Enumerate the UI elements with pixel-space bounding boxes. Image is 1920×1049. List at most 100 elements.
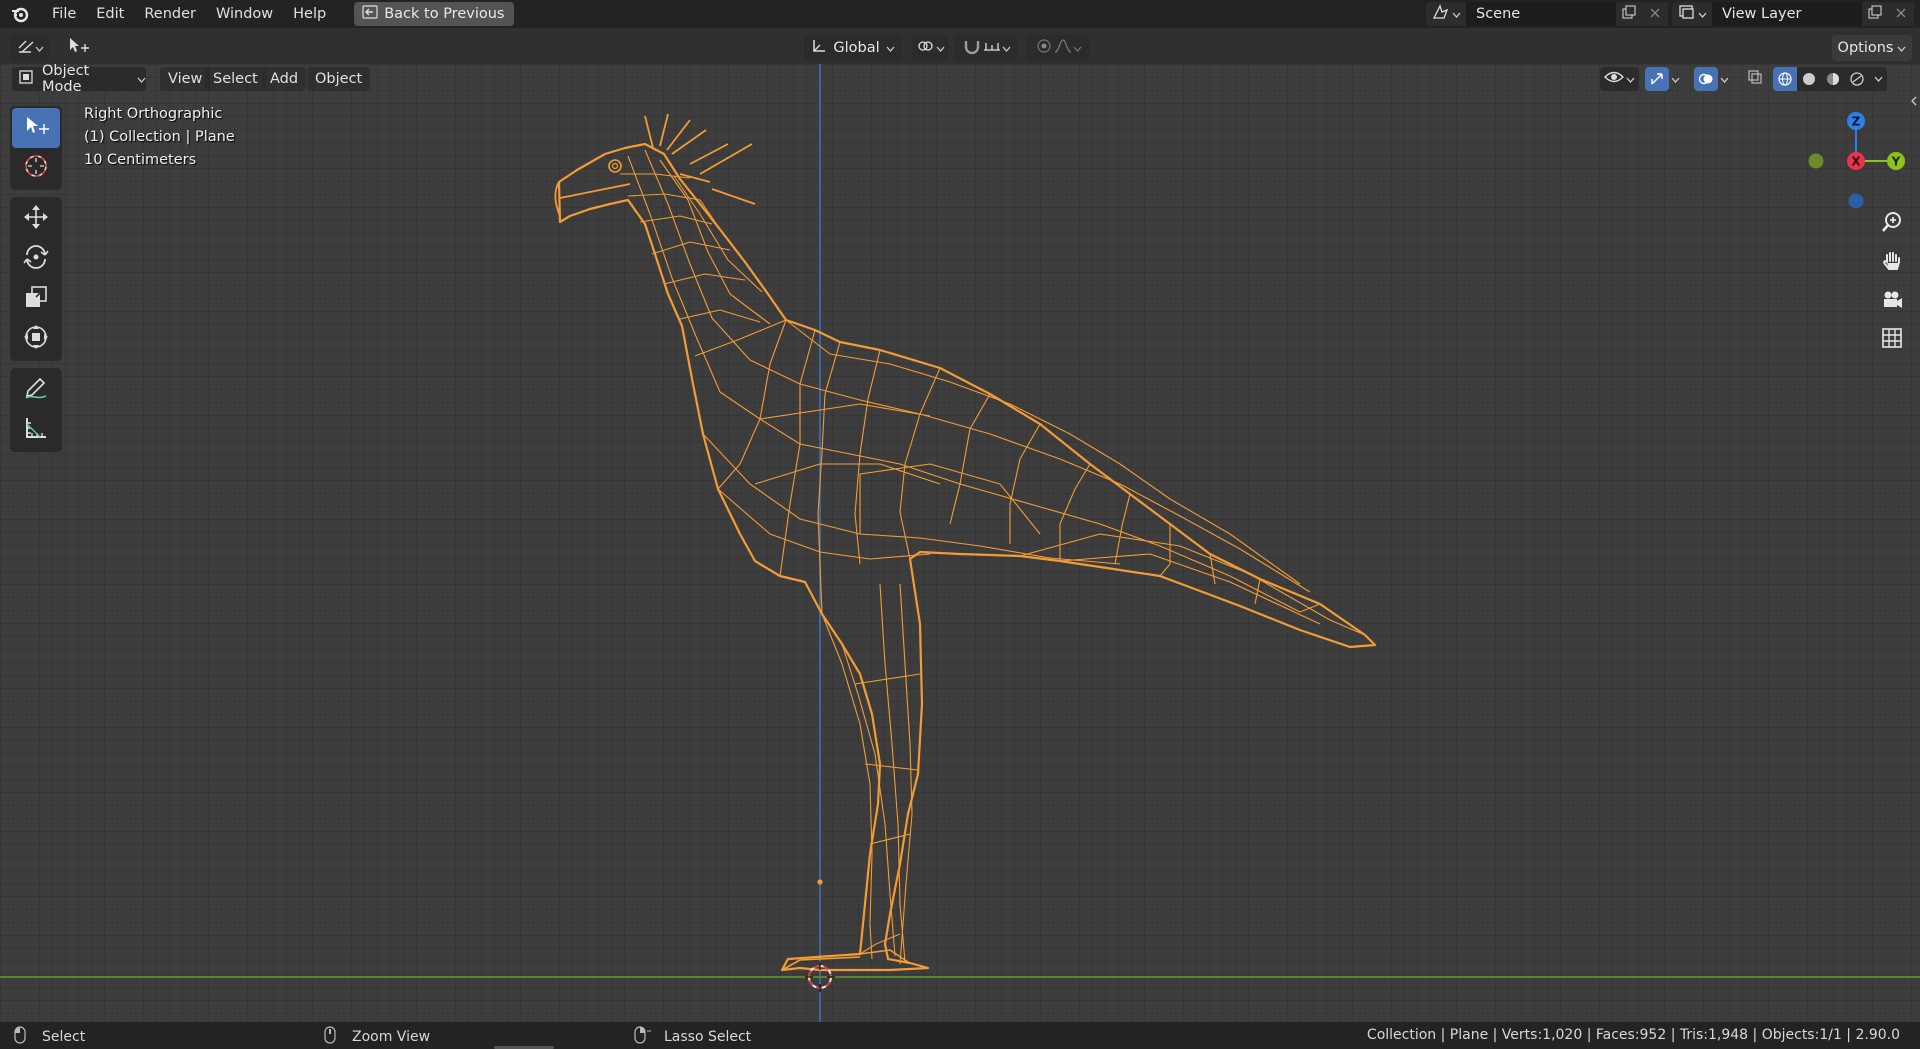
status-lasso-label: Lasso Select — [664, 1029, 752, 1045]
magnet-icon — [962, 37, 982, 59]
tool-move[interactable] — [12, 199, 60, 239]
tool-rotate[interactable] — [12, 239, 60, 279]
solid-shading-icon[interactable] — [1797, 67, 1821, 91]
menu-render[interactable]: Render — [134, 2, 206, 26]
menu-edit[interactable]: Edit — [86, 2, 134, 26]
status-select-label: Select — [42, 1029, 86, 1045]
duplicate-icon — [1868, 5, 1882, 23]
view-layer-name-field[interactable]: View Layer — [1712, 2, 1862, 26]
tool-select-box[interactable] — [12, 108, 60, 148]
scene-browse-button[interactable] — [1426, 2, 1466, 26]
delete-view-layer-button[interactable] — [1888, 2, 1914, 26]
viewport-display-controls — [1600, 67, 1887, 91]
tool-group-transform — [10, 197, 62, 361]
transform-icon — [22, 323, 50, 355]
scene-statistics: Collection | Plane | Verts:1,020 | Faces… — [1366, 1027, 1900, 1043]
transform-orientation-dropdown[interactable]: Global — [804, 35, 902, 61]
chevron-down-icon — [1626, 71, 1635, 87]
menu-help[interactable]: Help — [283, 2, 336, 26]
left-toolbar — [10, 106, 62, 459]
back-to-previous-button[interactable]: Back to Previous — [354, 2, 515, 26]
zoom-view-button[interactable] — [1876, 208, 1908, 240]
tool-scale[interactable] — [12, 279, 60, 319]
eye-icon — [1604, 70, 1624, 88]
bird-wireframe-mesh[interactable] — [554, 113, 1377, 972]
snapping-controls[interactable] — [954, 35, 1018, 61]
tool-measure[interactable] — [12, 410, 60, 450]
status-bar: Select Zoom View Lasso Select Collection… — [0, 1022, 1920, 1049]
object-mode-icon — [18, 69, 34, 89]
view-layer-browse-button[interactable] — [1672, 2, 1712, 26]
editor-type-button[interactable] — [10, 35, 50, 61]
navigation-gizmo[interactable]: Z Y X — [1800, 100, 1910, 210]
3d-viewport[interactable]: Object Mode View Select Add Object Right… — [0, 64, 1920, 1022]
visibility-dropdown[interactable] — [1600, 67, 1639, 91]
rendered-shading-icon[interactable] — [1845, 67, 1869, 91]
viewport-canvas — [0, 64, 1920, 1022]
render-layers-icon — [1678, 4, 1696, 24]
menu-add[interactable]: Add — [262, 67, 307, 91]
blender-logo-icon[interactable] — [6, 0, 34, 28]
overlays-toggle[interactable] — [1694, 67, 1729, 91]
gizmo-neg-y-axis[interactable] — [1808, 153, 1824, 169]
chevron-down-icon — [1073, 40, 1082, 56]
chevron-down-icon — [1671, 71, 1680, 87]
menu-window[interactable]: Window — [206, 2, 283, 26]
new-view-layer-button[interactable] — [1862, 2, 1888, 26]
pan-view-button[interactable] — [1876, 247, 1908, 279]
close-icon — [1650, 6, 1660, 22]
annotate-pencil-icon — [22, 374, 50, 406]
xray-toggle[interactable] — [1743, 67, 1767, 91]
shading-options-dropdown[interactable] — [1869, 67, 1887, 91]
duplicate-icon — [1622, 5, 1636, 23]
pivot-point-dropdown[interactable] — [912, 35, 948, 61]
chevron-down-icon — [936, 40, 945, 56]
tool-group-annotate — [10, 368, 62, 452]
collection-text: (1) Collection | Plane — [84, 129, 235, 145]
wireframe-shading-icon[interactable] — [1773, 67, 1797, 91]
select-box-icon — [67, 36, 91, 60]
grid-scale-text: 10 Centimeters — [84, 152, 197, 168]
tool-cursor[interactable] — [12, 148, 60, 188]
proportional-editing-controls[interactable] — [1026, 35, 1090, 61]
tool-transform[interactable] — [12, 319, 60, 359]
menu-view[interactable]: View — [160, 67, 211, 91]
status-middle-mouse: Zoom View — [324, 1026, 430, 1048]
delete-scene-button[interactable] — [1642, 2, 1668, 26]
camera-view-button[interactable] — [1876, 286, 1908, 318]
chevron-down-icon — [1002, 40, 1011, 56]
falloff-curve-icon — [1053, 38, 1073, 58]
orientation-label: Global — [833, 40, 880, 56]
menu-select[interactable]: Select — [205, 67, 266, 91]
options-label: Options — [1837, 40, 1894, 56]
chevron-down-icon — [1720, 71, 1729, 87]
cursor-icon — [22, 152, 50, 184]
chevron-down-icon — [886, 40, 895, 56]
sidebar-toggle[interactable] — [1906, 92, 1920, 112]
options-dropdown[interactable]: Options — [1832, 35, 1912, 61]
chevron-down-icon — [1698, 6, 1707, 22]
overlays-icon — [1694, 67, 1718, 91]
active-tool-indicator[interactable] — [62, 35, 96, 61]
rotate-icon — [22, 243, 50, 275]
menu-file[interactable]: File — [42, 2, 86, 26]
scene-selector: Scene — [1426, 2, 1668, 26]
tool-annotate[interactable] — [12, 370, 60, 410]
status-zoom-label: Zoom View — [352, 1029, 431, 1045]
toggle-perspective-button[interactable] — [1876, 324, 1908, 356]
object-origin-dot — [817, 879, 823, 885]
menu-object[interactable]: Object — [307, 67, 371, 91]
gizmos-toggle[interactable] — [1645, 67, 1680, 91]
tool-header: Global Options — [0, 28, 1920, 68]
shading-mode-buttons — [1773, 67, 1887, 91]
chevron-down-icon — [1897, 40, 1906, 56]
pan-hand-icon — [1881, 250, 1903, 276]
new-scene-button[interactable] — [1616, 2, 1642, 26]
object-mode-dropdown[interactable]: Object Mode — [12, 64, 146, 95]
grid-icon — [1881, 327, 1903, 353]
scene-name-field[interactable]: Scene — [1466, 2, 1616, 26]
gizmo-neg-z-axis[interactable] — [1848, 193, 1864, 209]
chevron-down-icon — [35, 40, 44, 56]
back-arrow-icon — [362, 5, 378, 23]
material-preview-icon[interactable] — [1821, 67, 1845, 91]
